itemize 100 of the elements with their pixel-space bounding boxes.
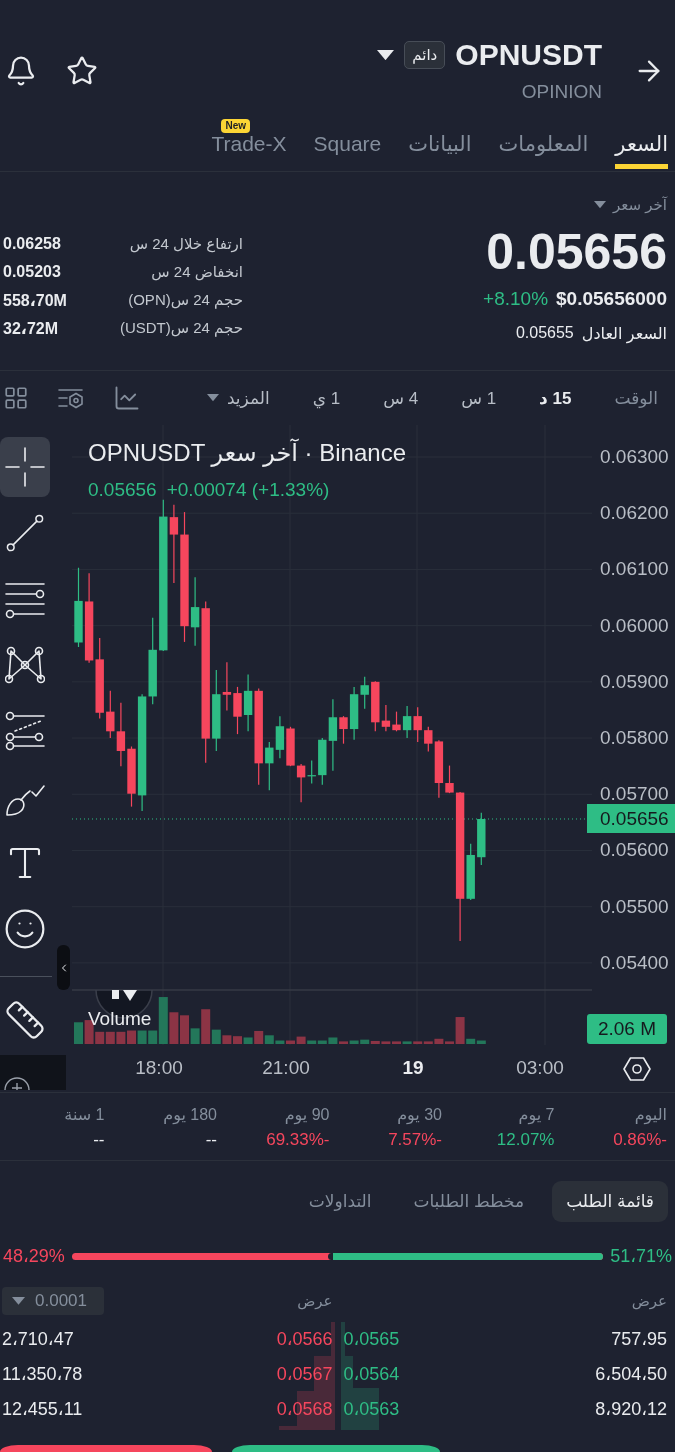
stat-label: ارتفاع خلال 24 س	[129, 235, 243, 253]
ask-price: 0،0568	[276, 1398, 333, 1421]
interval-tab[interactable]: 1 س	[461, 387, 497, 409]
caret-down-icon	[206, 394, 219, 402]
candle	[106, 690, 115, 739]
period-label: اليوم	[634, 1105, 667, 1127]
axis-label: 0.06100	[600, 557, 669, 582]
tab[interactable]: البيانات	[408, 112, 472, 169]
line-segment-icon	[6, 514, 44, 552]
bid-price: 0،0564	[343, 1363, 400, 1386]
price-change: +8.10%	[483, 288, 549, 310]
bid-quantity: 757،95	[611, 1328, 667, 1351]
ruler-icon	[4, 999, 46, 1041]
interval-tab[interactable]: 4 س	[383, 387, 419, 409]
symbol-title: OPNUSDT	[455, 37, 602, 73]
action-button[interactable]	[232, 1445, 440, 1452]
tab[interactable]: السعر	[615, 112, 668, 169]
sell-ratio-text: 48،29%	[3, 1245, 65, 1267]
chart-settings-icon[interactable]	[623, 1056, 651, 1081]
stat-label: حجم 24 س(OPN)	[128, 291, 243, 309]
bid-quantity: 8،920،12	[595, 1398, 667, 1421]
list-hexagon-icon[interactable]	[58, 386, 84, 410]
stat-value: 0.05203	[3, 263, 61, 281]
column-header: عرض	[297, 1292, 333, 1310]
axis-label: 0.05600	[600, 838, 669, 863]
fair-price-value: 0.05655	[515, 324, 574, 342]
fair-price-label: السعر العادل	[581, 323, 667, 343]
action-button[interactable]	[0, 1445, 212, 1452]
star-icon[interactable]	[66, 54, 98, 87]
caret-down-icon	[594, 201, 607, 209]
time-axis-label: 19	[401, 1056, 425, 1080]
legend-change: +0.00074 (+1.33%)	[166, 478, 330, 502]
price-type-dropdown[interactable]: آخر سعر	[594, 193, 667, 217]
price-tag: 0.05656	[587, 804, 675, 834]
volume-bar	[105, 1031, 115, 1044]
stat-label: حجم 24 س(USDT)	[119, 319, 243, 337]
stat-value: 32،72M	[3, 318, 58, 338]
new-badge: New	[221, 119, 250, 133]
period-value: 12.07%	[496, 1129, 555, 1151]
period-value: --	[205, 1129, 217, 1151]
usd-price: $0.05656000	[556, 288, 667, 310]
axis-label: 0.05400	[600, 950, 669, 975]
period-label: 1 سنة	[64, 1105, 105, 1125]
crosshair-icon	[5, 447, 45, 487]
time-axis-label: 18:00	[134, 1056, 184, 1080]
chart-line-icon[interactable]	[113, 384, 141, 412]
bid-price: 0،0565	[343, 1328, 400, 1351]
bell-icon[interactable]	[5, 54, 37, 87]
interval-tab[interactable]: 1 ي	[312, 387, 341, 409]
ask-quantity: 11،350،78	[2, 1363, 83, 1386]
axis-label: 0.06000	[600, 613, 669, 638]
period-label: 7 يوم	[518, 1105, 555, 1127]
zigzag-nodes-icon	[5, 645, 45, 685]
chart-legend-title: OPNUSDT آخر سعر · Binance	[88, 437, 406, 469]
column-header: عرض	[631, 1292, 667, 1310]
interval-label: الوقت	[614, 387, 658, 409]
tab[interactable]: المعلومات	[498, 112, 589, 169]
period-label: 90 يوم	[284, 1105, 330, 1127]
period-value: 69.33%-	[266, 1129, 330, 1151]
volume-bar	[116, 1031, 126, 1044]
grid-layout-icon[interactable]	[3, 385, 29, 411]
legend-price: 0.05656	[88, 478, 157, 502]
axis-label: 0.05700	[600, 782, 669, 807]
candle	[477, 812, 486, 866]
period-label: 180 يوم	[163, 1105, 217, 1127]
tool-button[interactable]	[0, 437, 50, 497]
ask-quantity: 12،455،11	[2, 1398, 83, 1421]
tab[interactable]: Square	[313, 112, 382, 169]
ask-price: 0،0566	[276, 1328, 333, 1351]
lines-nodes-icon	[5, 711, 45, 751]
bid-price: 0،0563	[343, 1398, 400, 1421]
plus-circle-icon[interactable]	[4, 1077, 30, 1090]
more-button[interactable]: المزيد	[206, 387, 270, 409]
candle	[286, 726, 295, 767]
period-label: 30 يوم	[397, 1105, 442, 1126]
book-tab[interactable]: مخطط الطلبات	[399, 1181, 539, 1222]
time-axis-label: 21:00	[261, 1056, 311, 1080]
volume-bar	[74, 1022, 83, 1044]
caret-down-icon[interactable]	[377, 49, 395, 61]
axis-label: 0.06200	[600, 501, 669, 526]
volume-bar	[137, 1030, 147, 1044]
collapse-handle[interactable]	[57, 945, 70, 990]
period-value: 7.57%-	[388, 1129, 442, 1151]
volume-tag: 2.06 M	[587, 1014, 667, 1044]
tick-size-dropdown[interactable]: 0.0001	[2, 1287, 104, 1315]
last-price: 0.05656	[486, 224, 667, 280]
ask-quantity: 2،710،47	[2, 1328, 74, 1351]
interval-tab[interactable]: 15 د	[539, 387, 572, 409]
stat-label: انخفاض 24 س	[151, 263, 243, 281]
smiley-icon	[3, 907, 47, 951]
book-tab[interactable]: التداولات	[294, 1181, 386, 1222]
candle	[275, 715, 285, 759]
candle	[233, 686, 242, 735]
bid-quantity: 6،504،50	[595, 1363, 667, 1386]
period-value: 0.86%-	[613, 1129, 667, 1151]
book-tab[interactable]: قائمة الطلب	[552, 1181, 668, 1222]
candle	[265, 741, 274, 791]
volume-label: Volume	[88, 1007, 152, 1031]
ask-price: 0،0567	[276, 1363, 333, 1386]
candle	[116, 702, 126, 767]
